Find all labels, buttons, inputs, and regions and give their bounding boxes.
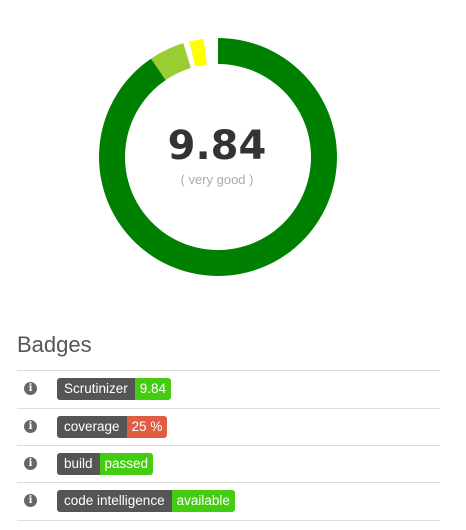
badges-heading: Badges xyxy=(17,332,92,357)
scrutinizer-badge[interactable]: Scrutinizer 9.84 xyxy=(57,378,172,400)
badge-value: 25 % xyxy=(126,416,168,438)
badge-value: available xyxy=(171,490,235,512)
badge-list: i Scrutinizer 9.84 i coverage 25 % i bui… xyxy=(17,370,440,521)
code-intelligence-badge[interactable]: code intelligence available xyxy=(57,490,235,512)
build-badge[interactable]: build passed xyxy=(57,453,154,475)
badge-row-code-intelligence: i code intelligence available xyxy=(17,483,440,521)
badge-label: coverage xyxy=(57,416,127,438)
info-icon[interactable]: i xyxy=(24,457,37,470)
score-rating: ( very good ) xyxy=(180,172,254,187)
badge-value: passed xyxy=(99,453,154,475)
badge-label: code intelligence xyxy=(57,490,172,512)
badge-row-scrutinizer: i Scrutinizer 9.84 xyxy=(17,371,440,409)
info-icon[interactable]: i xyxy=(24,420,37,433)
score-value: 9.84 xyxy=(167,123,267,169)
score-summary: 9.84 ( very good ) xyxy=(117,118,317,187)
badge-value: 9.84 xyxy=(134,378,172,400)
badge-label: Scrutinizer xyxy=(57,378,135,400)
info-icon[interactable]: i xyxy=(24,382,37,395)
info-icon[interactable]: i xyxy=(24,494,37,507)
badge-label: build xyxy=(57,453,100,475)
badge-row-coverage: i coverage 25 % xyxy=(17,409,440,446)
coverage-badge[interactable]: coverage 25 % xyxy=(57,416,168,438)
badge-row-build: i build passed xyxy=(17,446,440,483)
